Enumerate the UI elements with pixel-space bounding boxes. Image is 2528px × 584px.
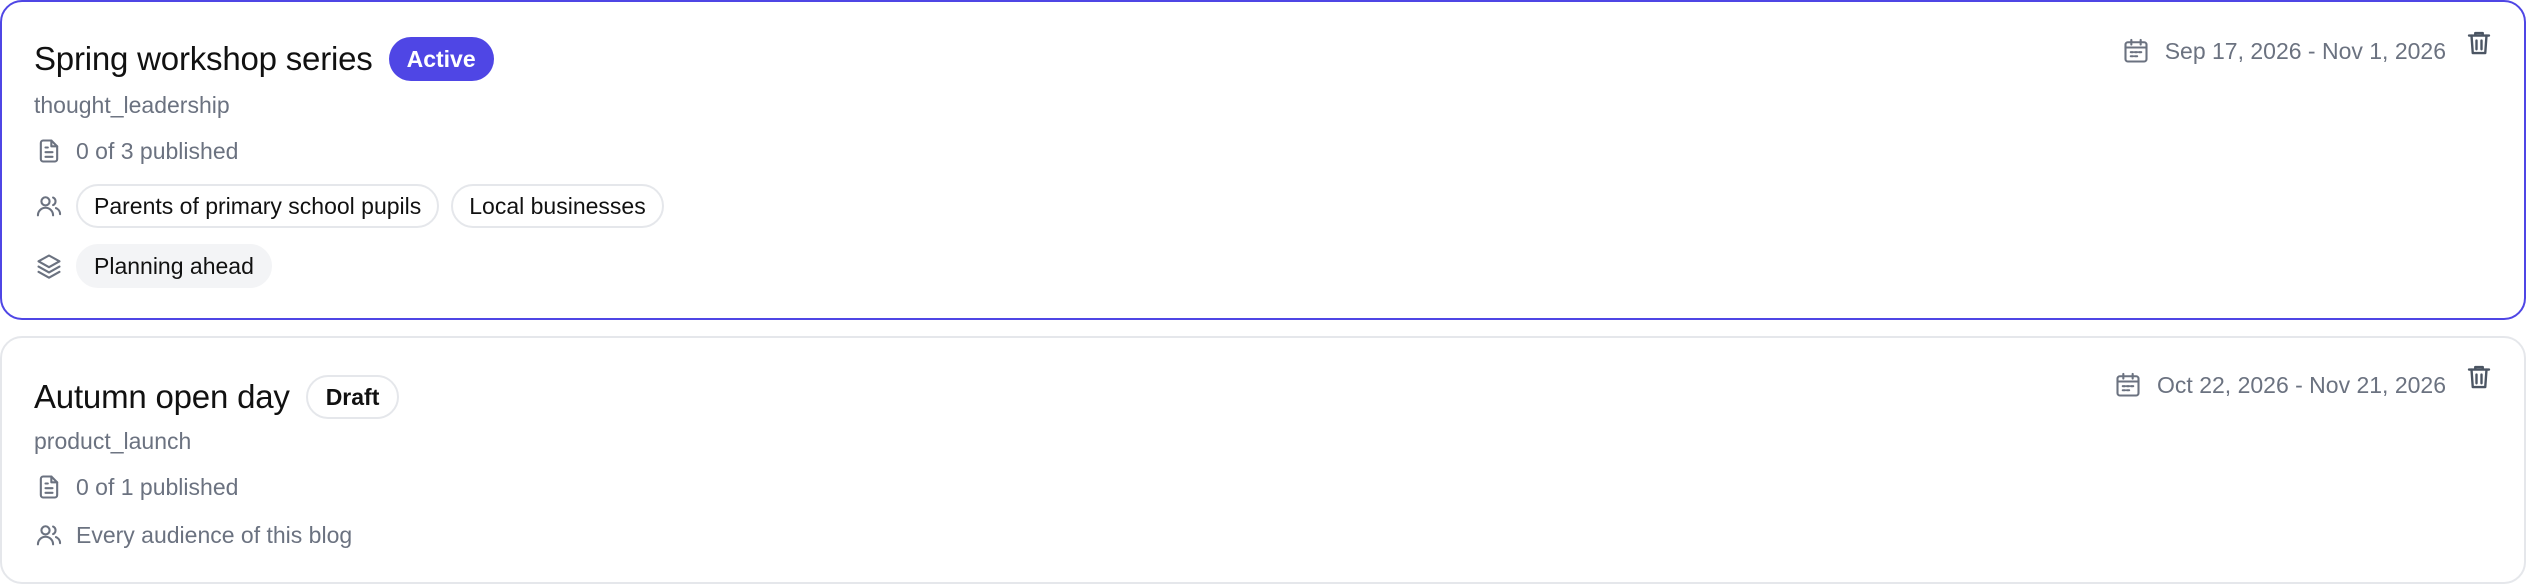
- published-row: 0 of 3 published: [34, 136, 238, 166]
- layers-icon: [34, 251, 64, 281]
- users-icon: [34, 520, 64, 550]
- campaign-date-range: Oct 22, 2026 - Nov 21, 2026: [2113, 370, 2446, 400]
- campaign-card[interactable]: Autumn open day Draft Oct 22, 2026 - Nov…: [0, 336, 2526, 584]
- trash-icon: [2464, 362, 2494, 397]
- campaign-type: thought_leadership: [34, 92, 230, 118]
- campaign-title: Spring workshop series: [34, 40, 373, 77]
- campaign-type: product_launch: [34, 428, 192, 454]
- document-icon: [34, 472, 64, 502]
- campaign-title-row: Spring workshop series Active: [34, 34, 494, 84]
- document-icon: [34, 136, 64, 166]
- audience-row: Parents of primary school pupils Local b…: [34, 184, 664, 228]
- campaign-title: Autumn open day: [34, 378, 290, 415]
- campaign-card[interactable]: Spring workshop series Active Sep 17, 20…: [0, 0, 2526, 320]
- trash-icon: [2464, 28, 2494, 63]
- calendar-icon: [2121, 36, 2151, 66]
- date-range-text: Sep 17, 2026 - Nov 1, 2026: [2164, 37, 2446, 64]
- audience-text: Every audience of this blog: [76, 521, 353, 548]
- published-count: 0 of 3 published: [76, 137, 239, 164]
- published-row: 0 of 1 published: [34, 472, 238, 502]
- status-badge: Draft: [305, 375, 400, 419]
- campaign-title-row: Autumn open day Draft: [34, 372, 400, 422]
- calendar-icon: [2113, 370, 2143, 400]
- audience-chip: Parents of primary school pupils: [76, 184, 440, 228]
- delete-campaign-button[interactable]: [2462, 362, 2496, 396]
- status-badge: Active: [388, 37, 494, 81]
- topics-row: Planning ahead: [34, 244, 272, 288]
- date-range-text: Oct 22, 2026 - Nov 21, 2026: [2157, 371, 2446, 398]
- campaign-date-range: Sep 17, 2026 - Nov 1, 2026: [2121, 36, 2446, 66]
- delete-campaign-button[interactable]: [2462, 28, 2496, 62]
- published-count: 0 of 1 published: [76, 473, 239, 500]
- topic-chip: Planning ahead: [76, 244, 272, 288]
- audience-chip: Local businesses: [451, 184, 664, 228]
- audience-row: Every audience of this blog: [34, 520, 352, 550]
- users-icon: [34, 191, 64, 221]
